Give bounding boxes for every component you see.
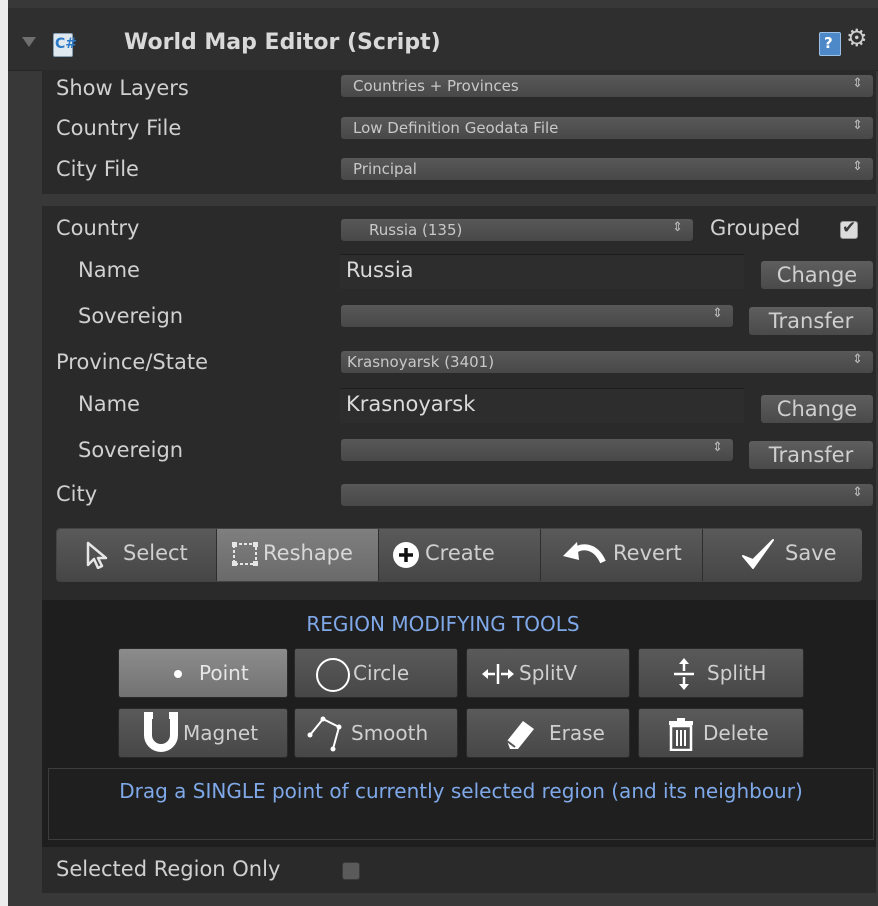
province-sovereign-dropdown[interactable]: ⇕: [340, 438, 734, 462]
dropdown-arrows-icon: ⇕: [852, 118, 863, 133]
reshape-icon: [232, 542, 258, 566]
tool-hint-text: Drag a SINGLE point of currently selecte…: [119, 779, 803, 803]
trash-icon: [669, 718, 693, 751]
eraser-icon: [506, 721, 534, 749]
dropdown-arrows-icon: ⇕: [852, 485, 863, 500]
dot-icon: [174, 670, 182, 678]
foldout-arrow-icon[interactable]: [22, 37, 36, 47]
country-file-label: Country File: [56, 116, 182, 140]
grouped-checkbox[interactable]: [840, 218, 858, 239]
undo-icon: [563, 542, 606, 564]
tool-splitv[interactable]: SplitV: [466, 648, 630, 698]
split-horizontal-icon: [674, 658, 694, 690]
country-sovereign-label: Sovereign: [78, 304, 184, 328]
magnet-icon: [144, 712, 178, 752]
dropdown-arrows-icon: ⇕: [852, 352, 863, 367]
tool-delete[interactable]: Delete: [638, 708, 804, 758]
province-label: Province/State: [56, 350, 209, 374]
province-transfer-button[interactable]: Transfer: [748, 440, 874, 470]
selected-region-only-checkbox[interactable]: [342, 862, 360, 880]
save-button[interactable]: Save: [703, 529, 862, 581]
split-vertical-icon: [482, 664, 514, 684]
add-circle-icon: [393, 542, 419, 568]
city-file-dropdown[interactable]: Principal ⇕: [340, 157, 874, 181]
script-icon: C#: [53, 33, 77, 57]
country-name-label: Name: [78, 258, 140, 282]
province-dropdown[interactable]: Krasnoyarsk (3401) ⇕: [340, 350, 874, 374]
city-label: City: [56, 482, 98, 506]
tool-circle[interactable]: Circle: [294, 648, 458, 698]
tool-hint-box: Drag a SINGLE point of currently selecte…: [48, 768, 874, 840]
tool-splith[interactable]: SplitH: [638, 648, 804, 698]
reshape-button[interactable]: Reshape: [217, 529, 379, 581]
tool-erase[interactable]: Erase: [466, 708, 630, 758]
gear-icon[interactable]: ⚙: [846, 24, 868, 52]
country-transfer-button[interactable]: Transfer: [748, 306, 874, 336]
component-title: World Map Editor (Script): [124, 30, 441, 55]
checkmark-icon: [742, 539, 774, 569]
tool-smooth[interactable]: Smooth: [294, 708, 458, 758]
revert-button[interactable]: Revert: [541, 529, 703, 581]
city-file-label: City File: [56, 157, 139, 181]
dropdown-arrows-icon: ⇕: [852, 159, 863, 174]
country-dropdown[interactable]: Russia (135) ⇕: [340, 218, 694, 242]
cursor-icon: [86, 541, 108, 569]
country-sovereign-dropdown[interactable]: ⇕: [340, 304, 734, 328]
country-label: Country: [56, 216, 140, 240]
tool-point[interactable]: Point: [118, 648, 288, 698]
show-layers-dropdown[interactable]: Countries + Provinces ⇕: [340, 74, 874, 98]
dropdown-arrows-icon: ⇕: [672, 220, 683, 235]
component-header[interactable]: C# World Map Editor (Script) ? ⚙: [8, 8, 878, 71]
city-dropdown[interactable]: ⇕: [340, 483, 874, 507]
grouped-label: Grouped: [710, 216, 801, 240]
select-button[interactable]: Select: [57, 529, 217, 581]
help-icon[interactable]: ?: [819, 32, 841, 56]
dropdown-arrows-icon: ⇕: [712, 440, 723, 455]
tool-magnet[interactable]: Magnet: [118, 708, 288, 758]
dropdown-arrows-icon: ⇕: [852, 76, 863, 91]
circle-icon: [316, 658, 350, 692]
province-name-field[interactable]: Krasnoyarsk: [340, 388, 744, 423]
country-file-dropdown[interactable]: Low Definition Geodata File ⇕: [340, 116, 874, 140]
dropdown-arrows-icon: ⇕: [712, 306, 723, 321]
show-layers-label: Show Layers: [56, 76, 189, 100]
province-sovereign-label: Sovereign: [78, 438, 184, 462]
country-change-button[interactable]: Change: [760, 260, 874, 290]
inspector-panel: C# World Map Editor (Script) ? ⚙ Show La…: [8, 0, 878, 906]
province-change-button[interactable]: Change: [760, 394, 874, 424]
smooth-curve-icon: [307, 716, 342, 752]
create-button[interactable]: Create: [379, 529, 541, 581]
region-tools-title: REGION MODIFYING TOOLS: [306, 612, 580, 636]
province-name-label: Name: [78, 392, 140, 416]
selected-region-only-label: Selected Region Only: [56, 857, 281, 881]
country-name-field[interactable]: Russia: [340, 254, 744, 289]
